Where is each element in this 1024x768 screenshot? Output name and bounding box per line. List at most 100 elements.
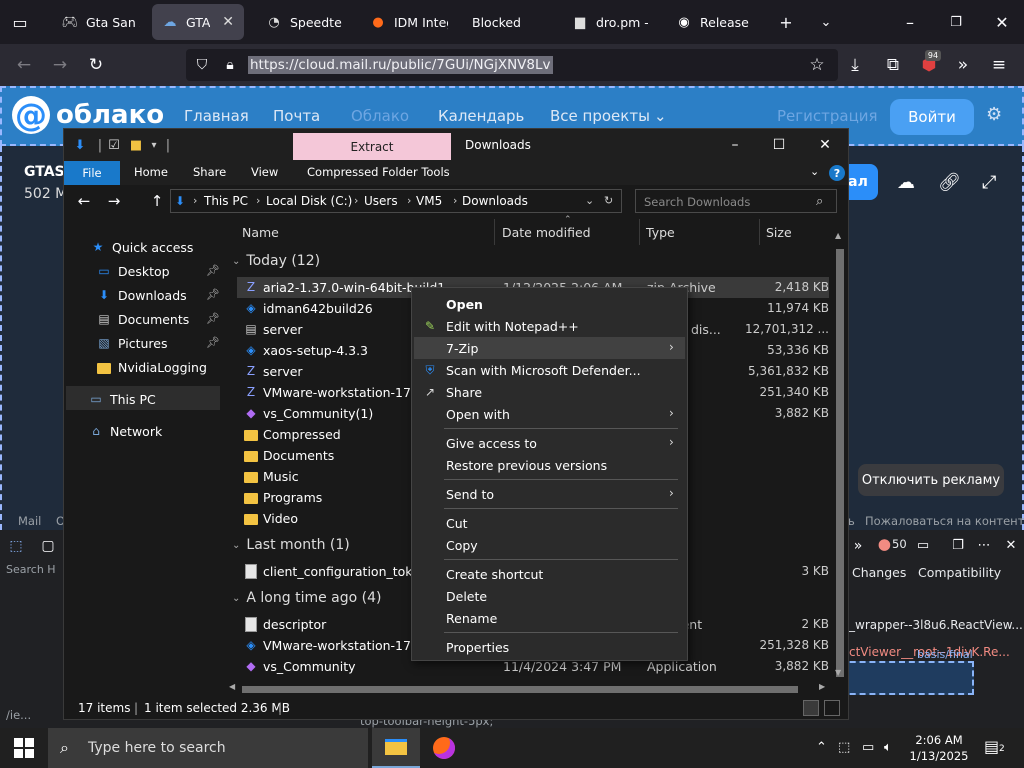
devtools-more-tabs-icon[interactable]: » bbox=[846, 534, 870, 558]
crumb-chevron-icon[interactable]: › bbox=[256, 194, 260, 207]
system-clock[interactable]: 2:06 AM 1/13/2025 bbox=[906, 732, 972, 764]
vertical-scroll-thumb[interactable] bbox=[836, 249, 844, 677]
crumb-chevron-icon[interactable]: › bbox=[193, 194, 197, 207]
scroll-right-arrow-icon[interactable]: ▶ bbox=[819, 682, 825, 691]
dock-side-icon[interactable]: ❐ bbox=[946, 533, 970, 557]
devtools-class-1[interactable]: _wrapper--3l8u6.ReactView... bbox=[849, 618, 1023, 632]
maximize-browser-button[interactable]: ❐ bbox=[944, 10, 968, 34]
scroll-left-arrow-icon[interactable]: ◀ bbox=[229, 682, 235, 691]
overflow-chevrons-icon[interactable]: » bbox=[951, 53, 975, 77]
crumb-this-pc[interactable]: This PC bbox=[204, 194, 248, 208]
column-size[interactable]: Size bbox=[766, 225, 792, 240]
new-folder-icon[interactable]: ■ bbox=[128, 137, 144, 153]
devtools-tab-changes[interactable]: Changes bbox=[852, 565, 906, 580]
downloads-icon[interactable]: ⤓ bbox=[843, 53, 867, 77]
devtools-tab-compatibility[interactable]: Compatibility bbox=[918, 565, 1001, 580]
menu-item-open-with[interactable]: Open with › bbox=[414, 403, 685, 425]
reload-icon[interactable]: ↻ bbox=[84, 53, 108, 77]
nav-calendar[interactable]: Календарь bbox=[438, 107, 524, 125]
inspect-picker-icon[interactable]: ⬚ bbox=[4, 534, 28, 558]
firefox-taskbar-icon[interactable] bbox=[420, 728, 468, 768]
file-group-header[interactable]: ⌄ Today (12) bbox=[232, 253, 320, 269]
browser-tab[interactable]: ◔ Speedtest bbox=[256, 4, 352, 40]
tray-chevron-up-icon[interactable]: ⌃ bbox=[816, 740, 827, 755]
menu-item-send-to[interactable]: Send to › bbox=[414, 483, 685, 505]
gear-icon[interactable]: ⚙ bbox=[986, 104, 1002, 125]
scroll-up-arrow-icon[interactable]: ▲ bbox=[835, 231, 841, 240]
column-name[interactable]: Name bbox=[242, 225, 279, 240]
devtools-close-icon[interactable]: ✕ bbox=[999, 533, 1023, 557]
ribbon-home-tab[interactable]: Home bbox=[134, 165, 168, 179]
extensions-puzzle-icon[interactable]: ⧉ bbox=[881, 53, 905, 77]
new-tab-button[interactable]: + bbox=[774, 10, 798, 34]
bookmark-star-icon[interactable]: ☆ bbox=[805, 53, 829, 77]
extract-tab[interactable]: Extract bbox=[293, 133, 451, 160]
column-divider[interactable] bbox=[639, 219, 640, 245]
url-text[interactable]: https://cloud.mail.ru/public/7GUi/NGjXNV… bbox=[248, 56, 553, 74]
properties-check-icon[interactable]: ☑ bbox=[106, 137, 122, 153]
browser-tab[interactable]: ◉ Release ar bbox=[666, 4, 762, 40]
login-button[interactable]: Войти bbox=[890, 99, 974, 135]
ribbon-expand-chevron-icon[interactable]: ⌄ bbox=[810, 165, 819, 178]
nav-item-quick-access[interactable]: ★ Quick access bbox=[90, 237, 194, 257]
nav-item-this-pc[interactable]: ▭ This PC bbox=[88, 389, 155, 409]
search-downloads-input[interactable]: Search Downloads ⌕ bbox=[635, 189, 837, 213]
forward-arrow-icon[interactable]: → bbox=[102, 189, 126, 213]
menu-item-share[interactable]: ↗ Share bbox=[414, 381, 685, 403]
cloud-save-icon[interactable]: ☁ bbox=[897, 172, 915, 193]
link-icon[interactable]: 🔗︎ bbox=[938, 172, 961, 193]
menu-item-restore-previous-versions[interactable]: Restore previous versions bbox=[414, 454, 685, 476]
start-windows-icon[interactable] bbox=[14, 738, 34, 758]
close-tab-icon[interactable]: ✕ bbox=[222, 14, 234, 30]
nav-item-documents[interactable]: ▤ Documents bbox=[96, 309, 189, 329]
maximize-button[interactable]: ☐ bbox=[756, 133, 802, 157]
ribbon-view-tab[interactable]: View bbox=[251, 165, 278, 179]
ribbon-tools-tab[interactable]: Compressed Folder Tools bbox=[307, 165, 450, 179]
minimize-button[interactable]: – bbox=[712, 133, 758, 157]
shield-icon[interactable]: ⛉ bbox=[190, 53, 214, 77]
menu-item-create-shortcut[interactable]: Create shortcut bbox=[414, 563, 685, 585]
browser-tab[interactable]: ☁ GTASAN ✕ bbox=[152, 4, 244, 40]
chevron-down-icon[interactable]: ⌄ bbox=[654, 107, 667, 125]
browser-tab[interactable]: 🎮︎ Gta San Ar bbox=[52, 4, 150, 40]
devtools-menu-icon[interactable]: ⋯ bbox=[972, 533, 996, 557]
address-dropdown-icon[interactable]: ⌄ bbox=[585, 194, 594, 207]
nav-item-nvidialogging[interactable]: NvidiaLogging bbox=[96, 357, 207, 377]
dock-panel-icon[interactable]: ▭ bbox=[911, 533, 935, 557]
up-arrow-icon[interactable]: ↑ bbox=[145, 189, 169, 213]
tab-manager-icon[interactable]: ▭ bbox=[8, 10, 32, 34]
column-divider[interactable] bbox=[494, 219, 495, 245]
search-icon[interactable]: ⌕ bbox=[816, 194, 823, 209]
menu-item-open[interactable]: Open bbox=[414, 293, 685, 315]
help-icon[interactable]: ? bbox=[829, 165, 845, 181]
device-toggle-icon[interactable]: ▢ bbox=[36, 534, 60, 558]
file-group-header[interactable]: ⌄ A long time ago (4) bbox=[232, 590, 381, 606]
scroll-down-arrow-icon[interactable]: ▼ bbox=[835, 668, 841, 677]
browser-tab[interactable]: ▆ dro.pm - bbox=[562, 4, 658, 40]
crumb-local-disk[interactable]: Local Disk (C:) bbox=[266, 194, 352, 208]
minimize-browser-button[interactable]: – bbox=[898, 10, 922, 34]
ribbon-share-tab[interactable]: Share bbox=[193, 165, 226, 179]
column-date[interactable]: Date modified bbox=[502, 225, 591, 240]
devtools-search[interactable]: Search H bbox=[6, 563, 56, 576]
crumb-chevron-icon[interactable]: › bbox=[407, 194, 411, 207]
crumb-users[interactable]: Users bbox=[364, 194, 398, 208]
browser-tab[interactable]: Blocked bbox=[462, 4, 552, 40]
crumb-chevron-icon[interactable]: › bbox=[354, 194, 358, 207]
ribbon-file-tab[interactable]: File bbox=[64, 161, 120, 185]
menu-item-edit-with-notepad[interactable]: ✎ Edit with Notepad++ bbox=[414, 315, 685, 337]
menu-item-delete[interactable]: Delete bbox=[414, 585, 685, 607]
menu-item-copy[interactable]: Copy bbox=[414, 534, 685, 556]
list-tabs-chevron-icon[interactable]: ⌄ bbox=[814, 10, 838, 34]
nav-item-desktop[interactable]: ▭ Desktop bbox=[96, 261, 169, 281]
crumb-chevron-icon[interactable]: › bbox=[453, 194, 457, 207]
footer-mail[interactable]: Mail bbox=[18, 514, 41, 528]
nav-item-network[interactable]: ⌂ Network bbox=[88, 421, 162, 441]
nav-cloud[interactable]: Облако bbox=[351, 107, 409, 125]
forward-arrow-icon[interactable]: → bbox=[48, 53, 72, 77]
column-divider[interactable] bbox=[759, 219, 760, 245]
menu-item-properties[interactable]: Properties bbox=[414, 636, 685, 658]
url-bar[interactable]: ⛉ 🔒︎ https://cloud.mail.ru/public/7GUi/N… bbox=[186, 49, 838, 81]
hamburger-menu-icon[interactable]: ≡ bbox=[987, 53, 1011, 77]
large-icons-view-icon[interactable] bbox=[824, 700, 840, 716]
